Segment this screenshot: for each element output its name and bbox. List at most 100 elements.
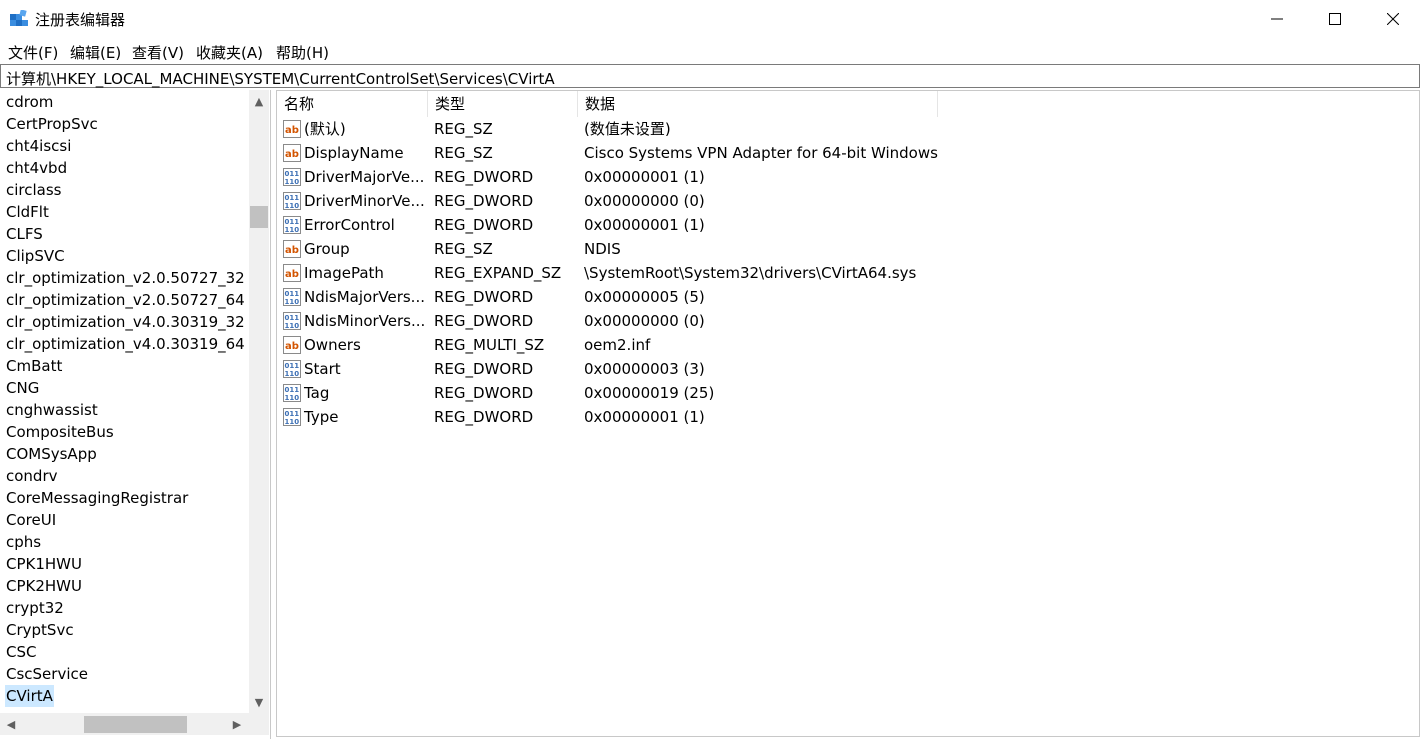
value-name: ImagePath [304, 264, 384, 282]
close-button[interactable] [1364, 0, 1422, 38]
string-value-icon: ab [283, 120, 301, 138]
tree-item[interactable]: CompositeBus [5, 421, 115, 443]
address-bar[interactable]: 计算机\HKEY_LOCAL_MACHINE\SYSTEM\CurrentCon… [0, 64, 1420, 88]
column-header-data[interactable]: 数据 [578, 91, 938, 117]
tree-item[interactable]: clr_optimization_v2.0.50727_64 [5, 289, 246, 311]
value-row[interactable]: ab DisplayName REG_SZ Cisco Systems VPN Ada… [281, 141, 1221, 165]
tree-item[interactable]: COMSysApp [5, 443, 98, 465]
value-row[interactable]: 011 110 Start REG_DWORD 0x00000003 (3) [281, 357, 1221, 381]
value-row[interactable]: ab Owners REG_MULTI_SZ oem2.inf [281, 333, 1221, 357]
svg-text:011: 011 [285, 314, 300, 322]
value-type: REG_DWORD [434, 168, 534, 186]
scroll-right-icon[interactable]: ▶ [228, 715, 246, 733]
tree-item[interactable]: ClipSVC [5, 245, 66, 267]
scroll-down-icon[interactable]: ▼ [250, 693, 268, 711]
tree-item[interactable]: cht4iscsi [5, 135, 72, 157]
tree-item[interactable]: CNG [5, 377, 40, 399]
tree-horizontal-scroll-thumb[interactable] [84, 716, 187, 733]
tree-item[interactable]: cht4vbd [5, 157, 68, 179]
value-row[interactable]: 011 110 ErrorControl REG_DWORD 0x00000001 (1… [281, 213, 1221, 237]
menu-bar: 文件(F) 编辑(E) 查看(V) 收藏夹(A) 帮助(H) [0, 40, 1424, 62]
value-type: REG_DWORD [434, 216, 534, 234]
svg-text:ab: ab [285, 269, 299, 280]
tree-item[interactable]: clr_optimization_v4.0.30319_32 [5, 311, 246, 333]
tree-item[interactable]: cphs [5, 531, 42, 553]
binary-value-icon: 011 110 [283, 216, 301, 234]
svg-text:110: 110 [285, 418, 300, 426]
svg-text:110: 110 [285, 370, 300, 378]
value-name: Tag [304, 384, 330, 402]
tree-item[interactable]: CVirtA [5, 685, 54, 707]
scroll-up-icon[interactable]: ▲ [250, 92, 268, 110]
address-path[interactable]: 计算机\HKEY_LOCAL_MACHINE\SYSTEM\CurrentCon… [6, 68, 555, 89]
value-row[interactable]: ab Group REG_SZ NDIS [281, 237, 1221, 261]
tree-item[interactable]: crypt32 [5, 597, 65, 619]
value-row[interactable]: 011 110 DriverMinorVe... REG_DWORD 0x0000000… [281, 189, 1221, 213]
tree-horizontal-scrollbar[interactable]: ◀ ▶ [0, 713, 249, 735]
minimize-button[interactable] [1248, 0, 1306, 38]
menu-view[interactable]: 查看(V) [132, 42, 184, 63]
svg-text:011: 011 [285, 362, 300, 370]
binary-value-icon: 011 110 [283, 408, 301, 426]
value-name: ErrorControl [304, 216, 395, 234]
tree-item[interactable]: circlass [5, 179, 63, 201]
menu-favorites[interactable]: 收藏夹(A) [196, 42, 263, 63]
menu-file[interactable]: 文件(F) [8, 42, 58, 63]
string-value-icon: ab [283, 144, 301, 162]
tree-item[interactable]: CSC [5, 641, 37, 663]
binary-value-icon: 011 110 [283, 312, 301, 330]
value-type: REG_DWORD [434, 360, 534, 378]
tree-item[interactable]: CLFS [5, 223, 44, 245]
value-row[interactable]: 011 110 Tag REG_DWORD 0x00000019 (25) [281, 381, 1221, 405]
menu-edit[interactable]: 编辑(E) [70, 42, 121, 63]
value-type: REG_EXPAND_SZ [434, 264, 562, 282]
string-value-icon: ab [283, 336, 301, 354]
value-name: DriverMinorVe... [304, 192, 425, 210]
value-data: NDIS [584, 240, 621, 258]
tree-item[interactable]: clr_optimization_v4.0.30319_64 [5, 333, 246, 355]
value-data: 0x00000000 (0) [584, 312, 705, 330]
scroll-left-icon[interactable]: ◀ [2, 715, 20, 733]
value-row[interactable]: 011 110 Type REG_DWORD 0x00000001 (1) [281, 405, 1221, 429]
tree-item[interactable]: CPK1HWU [5, 553, 83, 575]
title-bar[interactable]: 注册表编辑器 [0, 0, 1424, 38]
value-type: REG_SZ [434, 240, 493, 258]
tree-item[interactable]: CoreMessagingRegistrar [5, 487, 189, 509]
column-header-type[interactable]: 类型 [428, 91, 578, 117]
svg-text:011: 011 [285, 194, 300, 202]
tree-item[interactable]: CryptSvc [5, 619, 75, 641]
svg-text:110: 110 [285, 322, 300, 330]
value-data: (数值未设置) [584, 120, 671, 138]
svg-text:110: 110 [285, 226, 300, 234]
values-list: 名称 类型 数据 ab (默认) REG_SZ (数值未设置) ab DisplayNam… [276, 90, 1420, 737]
value-data: Cisco Systems VPN Adapter for 64-bit Win… [584, 144, 938, 162]
value-row[interactable]: 011 110 DriverMajorVe... REG_DWORD 0x0000000… [281, 165, 1221, 189]
value-type: REG_DWORD [434, 384, 534, 402]
tree-item[interactable]: clr_optimization_v2.0.50727_32 [5, 267, 246, 289]
value-data: 0x00000001 (1) [584, 168, 705, 186]
value-name: Type [304, 408, 339, 426]
tree-vertical-scrollbar[interactable]: ▲ ▼ [249, 90, 269, 713]
value-name: Owners [304, 336, 361, 354]
tree-item[interactable]: cdrom [5, 91, 54, 113]
menu-help[interactable]: 帮助(H) [276, 42, 329, 63]
value-row[interactable]: 011 110 NdisMajorVers... REG_DWORD 0x0000000… [281, 285, 1221, 309]
maximize-button[interactable] [1306, 0, 1364, 38]
tree-item[interactable]: CldFlt [5, 201, 50, 223]
tree-item[interactable]: CscService [5, 663, 89, 685]
svg-text:ab: ab [285, 245, 299, 256]
value-name: NdisMinorVers... [304, 312, 426, 330]
tree-item[interactable]: condrv [5, 465, 59, 487]
tree-item[interactable]: CPK2HWU [5, 575, 83, 597]
value-row[interactable]: ab ImagePath REG_EXPAND_SZ \SystemRoot\Syst… [281, 261, 1221, 285]
column-header-name[interactable]: 名称 [277, 91, 428, 117]
tree-item[interactable]: cnghwassist [5, 399, 99, 421]
tree-item[interactable]: CoreUI [5, 509, 57, 531]
window-title: 注册表编辑器 [35, 11, 126, 29]
value-data: 0x00000001 (1) [584, 408, 705, 426]
value-row[interactable]: ab (默认) REG_SZ (数值未设置) [281, 117, 1221, 141]
tree-vertical-scroll-thumb[interactable] [250, 206, 268, 228]
value-row[interactable]: 011 110 NdisMinorVers... REG_DWORD 0x0000000… [281, 309, 1221, 333]
tree-item[interactable]: CmBatt [5, 355, 63, 377]
tree-item[interactable]: CertPropSvc [5, 113, 99, 135]
